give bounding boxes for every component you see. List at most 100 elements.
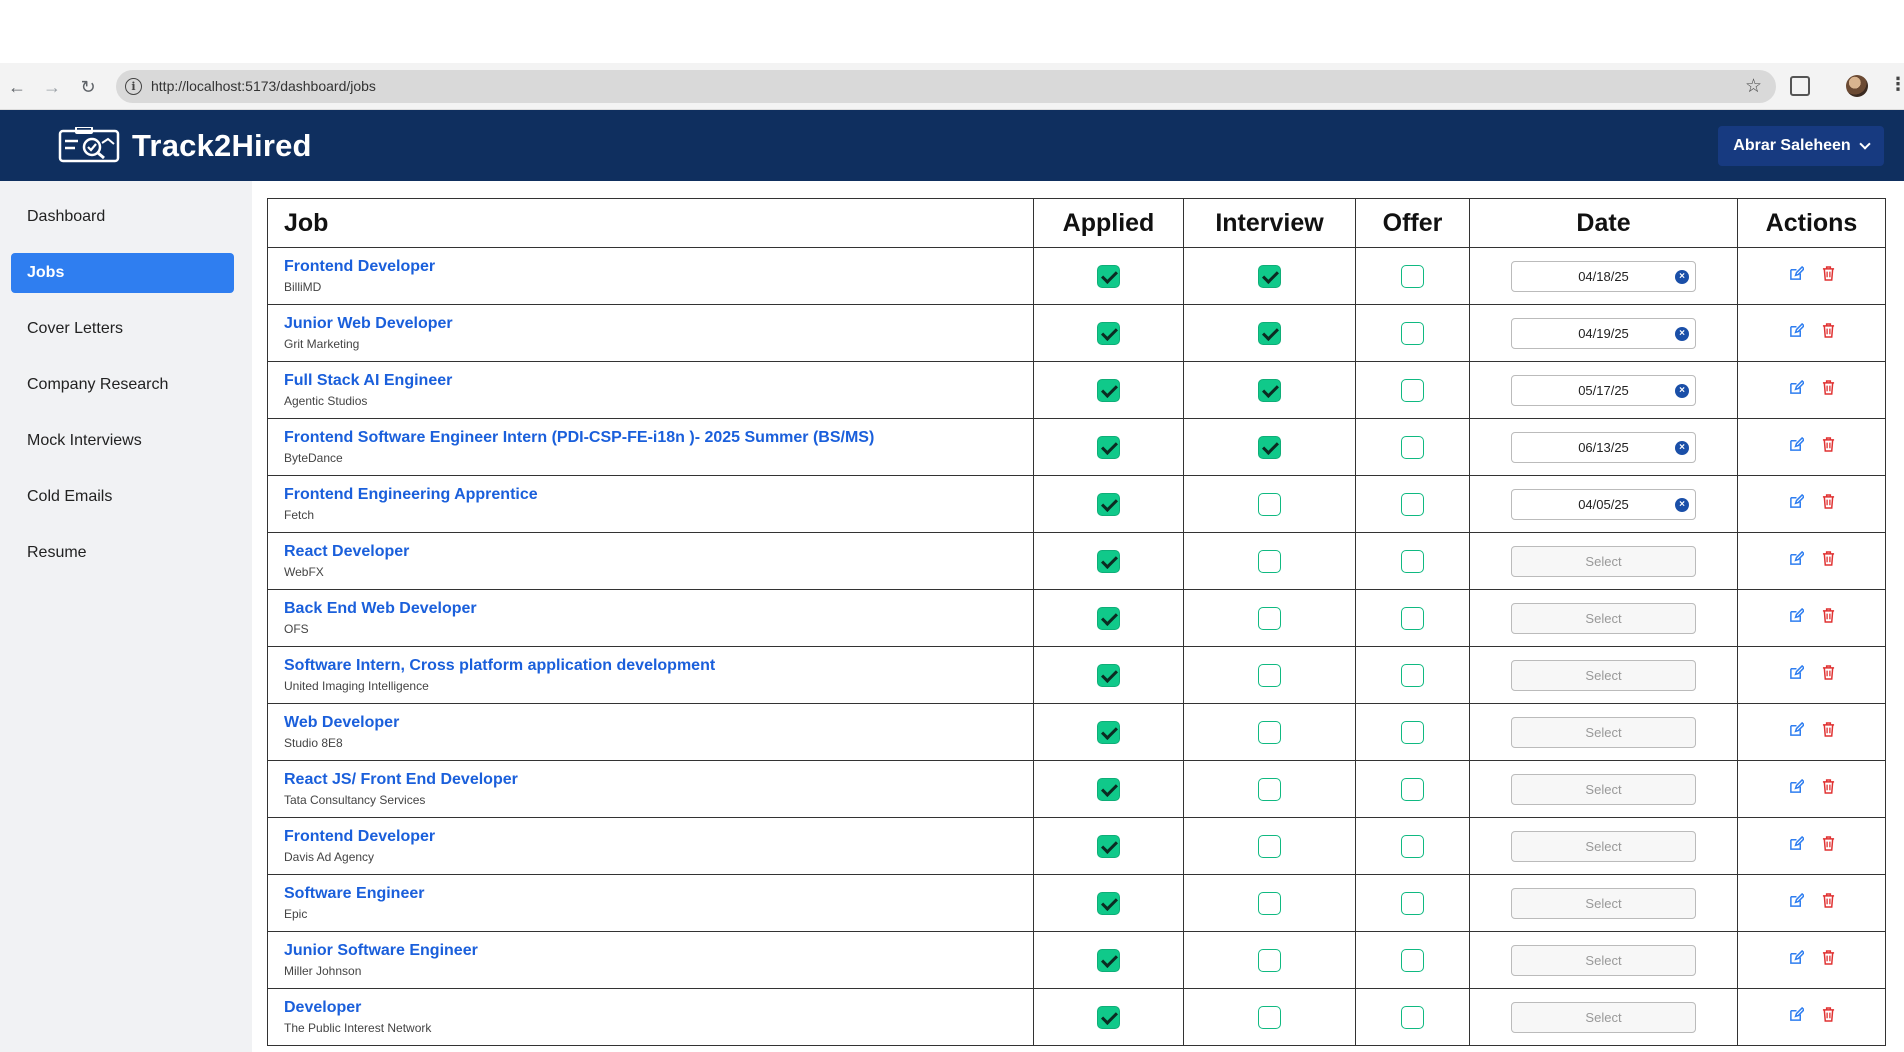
interview-checkbox[interactable] [1258, 720, 1281, 744]
date-input[interactable]: Select [1511, 602, 1696, 634]
delete-icon[interactable] [1822, 608, 1835, 623]
interview-checkbox[interactable] [1258, 378, 1281, 402]
delete-icon[interactable] [1822, 380, 1835, 395]
date-input[interactable]: Select [1511, 944, 1696, 976]
offer-checkbox[interactable] [1401, 663, 1424, 687]
edit-icon[interactable] [1789, 893, 1804, 908]
date-input[interactable]: 04/05/25 × [1511, 488, 1696, 520]
delete-icon[interactable] [1822, 323, 1835, 338]
interview-checkbox[interactable] [1258, 435, 1281, 459]
job-title-link[interactable]: Frontend Software Engineer Intern (PDI-C… [284, 429, 1033, 447]
interview-checkbox[interactable] [1258, 1005, 1281, 1029]
interview-checkbox[interactable] [1258, 777, 1281, 801]
offer-checkbox[interactable] [1401, 321, 1424, 345]
sidebar-item-dashboard[interactable]: Dashboard [11, 197, 234, 237]
edit-icon[interactable] [1789, 779, 1804, 794]
edit-icon[interactable] [1789, 266, 1804, 281]
job-title-link[interactable]: Back End Web Developer [284, 600, 1033, 618]
delete-icon[interactable] [1822, 893, 1835, 908]
job-title-link[interactable]: Software Engineer [284, 885, 1033, 903]
bookmark-star-icon[interactable]: ☆ [1745, 75, 1762, 98]
applied-checkbox[interactable] [1097, 891, 1120, 915]
interview-checkbox[interactable] [1258, 321, 1281, 345]
delete-icon[interactable] [1822, 494, 1835, 509]
url-text[interactable]: http://localhost:5173/dashboard/jobs [151, 78, 376, 94]
offer-checkbox[interactable] [1401, 549, 1424, 573]
applied-checkbox[interactable] [1097, 321, 1120, 345]
offer-checkbox[interactable] [1401, 777, 1424, 801]
date-input[interactable]: Select [1511, 659, 1696, 691]
brand-name[interactable]: Track2Hired [132, 128, 312, 164]
browser-profile-avatar[interactable] [1846, 75, 1868, 97]
browser-menu-icon[interactable]: ⋮ [1889, 74, 1904, 95]
date-input[interactable]: Select [1511, 716, 1696, 748]
date-input[interactable]: 04/19/25 × [1511, 317, 1696, 349]
offer-checkbox[interactable] [1401, 264, 1424, 288]
job-title-link[interactable]: Developer [284, 999, 1033, 1017]
interview-checkbox[interactable] [1258, 264, 1281, 288]
job-title-link[interactable]: Software Intern, Cross platform applicat… [284, 657, 1033, 675]
address-bar[interactable]: i http://localhost:5173/dashboard/jobs ☆ [116, 70, 1776, 103]
offer-checkbox[interactable] [1401, 891, 1424, 915]
date-input[interactable]: 04/18/25 × [1511, 260, 1696, 292]
sidebar-item-cover-letters[interactable]: Cover Letters [11, 309, 234, 349]
applied-checkbox[interactable] [1097, 720, 1120, 744]
offer-checkbox[interactable] [1401, 720, 1424, 744]
date-input[interactable]: 06/13/25 × [1511, 431, 1696, 463]
edit-icon[interactable] [1789, 551, 1804, 566]
site-info-icon[interactable]: i [125, 78, 142, 95]
sidebar-item-cold-emails[interactable]: Cold Emails [11, 477, 234, 517]
edit-icon[interactable] [1789, 950, 1804, 965]
job-title-link[interactable]: Full Stack AI Engineer [284, 372, 1033, 390]
job-title-link[interactable]: Frontend Developer [284, 258, 1033, 276]
job-title-link[interactable]: Junior Web Developer [284, 315, 1033, 333]
job-title-link[interactable]: Web Developer [284, 714, 1033, 732]
sidebar-item-jobs[interactable]: Jobs [11, 253, 234, 293]
clear-date-icon[interactable]: × [1675, 269, 1689, 284]
applied-checkbox[interactable] [1097, 264, 1120, 288]
job-title-link[interactable]: Frontend Engineering Apprentice [284, 486, 1033, 504]
date-input[interactable]: 05/17/25 × [1511, 374, 1696, 406]
delete-icon[interactable] [1822, 437, 1835, 452]
interview-checkbox[interactable] [1258, 891, 1281, 915]
clear-date-icon[interactable]: × [1675, 497, 1689, 512]
delete-icon[interactable] [1822, 551, 1835, 566]
edit-icon[interactable] [1789, 836, 1804, 851]
job-title-link[interactable]: Junior Software Engineer [284, 942, 1033, 960]
interview-checkbox[interactable] [1258, 663, 1281, 687]
delete-icon[interactable] [1822, 950, 1835, 965]
edit-icon[interactable] [1789, 380, 1804, 395]
offer-checkbox[interactable] [1401, 1005, 1424, 1029]
date-input[interactable]: Select [1511, 545, 1696, 577]
edit-icon[interactable] [1789, 608, 1804, 623]
offer-checkbox[interactable] [1401, 606, 1424, 630]
offer-checkbox[interactable] [1401, 948, 1424, 972]
interview-checkbox[interactable] [1258, 492, 1281, 516]
delete-icon[interactable] [1822, 1007, 1835, 1022]
applied-checkbox[interactable] [1097, 606, 1120, 630]
applied-checkbox[interactable] [1097, 378, 1120, 402]
forward-arrow-icon[interactable]: → [40, 75, 64, 99]
clear-date-icon[interactable]: × [1675, 440, 1689, 455]
applied-checkbox[interactable] [1097, 834, 1120, 858]
date-input[interactable]: Select [1511, 887, 1696, 919]
interview-checkbox[interactable] [1258, 834, 1281, 858]
delete-icon[interactable] [1822, 836, 1835, 851]
clear-date-icon[interactable]: × [1675, 326, 1689, 341]
applied-checkbox[interactable] [1097, 435, 1120, 459]
extensions-icon[interactable] [1790, 76, 1810, 96]
applied-checkbox[interactable] [1097, 777, 1120, 801]
applied-checkbox[interactable] [1097, 948, 1120, 972]
edit-icon[interactable] [1789, 437, 1804, 452]
interview-checkbox[interactable] [1258, 606, 1281, 630]
back-arrow-icon[interactable]: ← [5, 75, 29, 99]
delete-icon[interactable] [1822, 722, 1835, 737]
interview-checkbox[interactable] [1258, 549, 1281, 573]
date-input[interactable]: Select [1511, 1001, 1696, 1033]
clear-date-icon[interactable]: × [1675, 383, 1689, 398]
sidebar-item-resume[interactable]: Resume [11, 533, 234, 573]
job-title-link[interactable]: Frontend Developer [284, 828, 1033, 846]
edit-icon[interactable] [1789, 722, 1804, 737]
user-menu-button[interactable]: Abrar Saleheen [1718, 126, 1884, 166]
job-title-link[interactable]: React JS/ Front End Developer [284, 771, 1033, 789]
